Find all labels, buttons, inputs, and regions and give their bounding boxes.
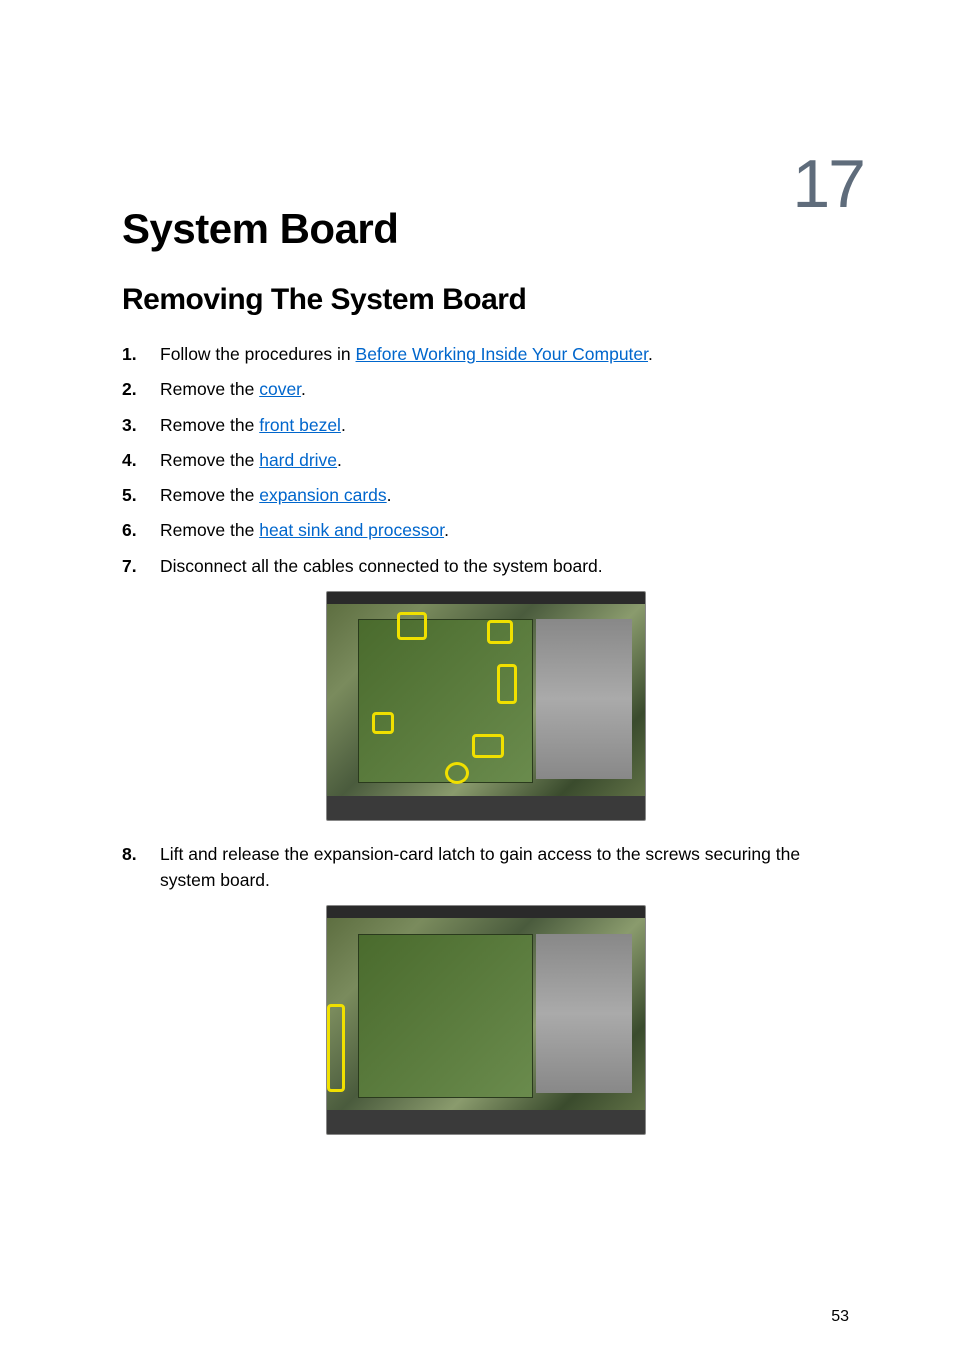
step-marker: 5.: [122, 482, 160, 508]
highlight-marker: [497, 664, 517, 704]
step-marker: 8.: [122, 841, 160, 894]
link-hard-drive[interactable]: hard drive: [259, 450, 337, 470]
link-front-bezel[interactable]: front bezel: [259, 415, 341, 435]
step-prefix: Remove the: [160, 450, 259, 470]
link-cover[interactable]: cover: [259, 379, 301, 399]
link-before-working[interactable]: Before Working Inside Your Computer: [356, 344, 648, 364]
step-marker: 6.: [122, 517, 160, 543]
highlight-marker: [372, 712, 394, 734]
step-marker: 7.: [122, 553, 160, 579]
highlight-marker: [472, 734, 504, 758]
step-marker: 3.: [122, 412, 160, 438]
step-prefix: Remove the: [160, 415, 259, 435]
step-prefix: Remove the: [160, 379, 259, 399]
step-7: 7. Disconnect all the cables connected t…: [122, 553, 849, 579]
step-4: 4. Remove the hard drive.: [122, 447, 849, 473]
step-text: Remove the front bezel.: [160, 412, 849, 438]
step-text: Remove the expansion cards.: [160, 482, 849, 508]
step-6: 6. Remove the heat sink and processor.: [122, 517, 849, 543]
step-prefix: Remove the: [160, 485, 259, 505]
step-suffix: .: [387, 485, 392, 505]
step-text: Disconnect all the cables connected to t…: [160, 553, 849, 579]
highlight-marker: [327, 1004, 345, 1092]
step-suffix: .: [648, 344, 653, 364]
step-marker: 2.: [122, 376, 160, 402]
step-marker: 4.: [122, 447, 160, 473]
chapter-title: System Board: [122, 205, 849, 253]
step-suffix: .: [341, 415, 346, 435]
step-5: 5. Remove the expansion cards.: [122, 482, 849, 508]
figure-step-7: [122, 591, 849, 821]
step-text: Remove the cover.: [160, 376, 849, 402]
step-prefix: Remove the: [160, 520, 259, 540]
step-prefix: Follow the procedures in: [160, 344, 356, 364]
step-suffix: .: [337, 450, 342, 470]
highlight-marker: [445, 762, 469, 784]
highlight-marker: [397, 612, 427, 640]
step-8: 8. Lift and release the expansion-card l…: [122, 841, 849, 894]
figure-step-8: [122, 905, 849, 1135]
step-1: 1. Follow the procedures in Before Worki…: [122, 341, 849, 367]
page-number: 53: [831, 1308, 849, 1326]
section-title: Removing The System Board: [122, 283, 849, 317]
system-board-image-2: [326, 905, 646, 1135]
procedure-steps-continued: 8. Lift and release the expansion-card l…: [122, 841, 849, 894]
link-expansion-cards[interactable]: expansion cards: [259, 485, 386, 505]
step-marker: 1.: [122, 341, 160, 367]
link-heat-sink-processor[interactable]: heat sink and processor: [259, 520, 444, 540]
step-suffix: .: [301, 379, 306, 399]
step-3: 3. Remove the front bezel.: [122, 412, 849, 438]
highlight-marker: [487, 620, 513, 644]
step-2: 2. Remove the cover.: [122, 376, 849, 402]
step-text: Follow the procedures in Before Working …: [160, 341, 849, 367]
system-board-image-1: [326, 591, 646, 821]
step-text: Lift and release the expansion-card latc…: [160, 841, 849, 894]
step-suffix: .: [444, 520, 449, 540]
procedure-steps: 1. Follow the procedures in Before Worki…: [122, 341, 849, 579]
step-text: Remove the hard drive.: [160, 447, 849, 473]
step-text: Remove the heat sink and processor.: [160, 517, 849, 543]
chapter-number: 17: [792, 145, 864, 223]
